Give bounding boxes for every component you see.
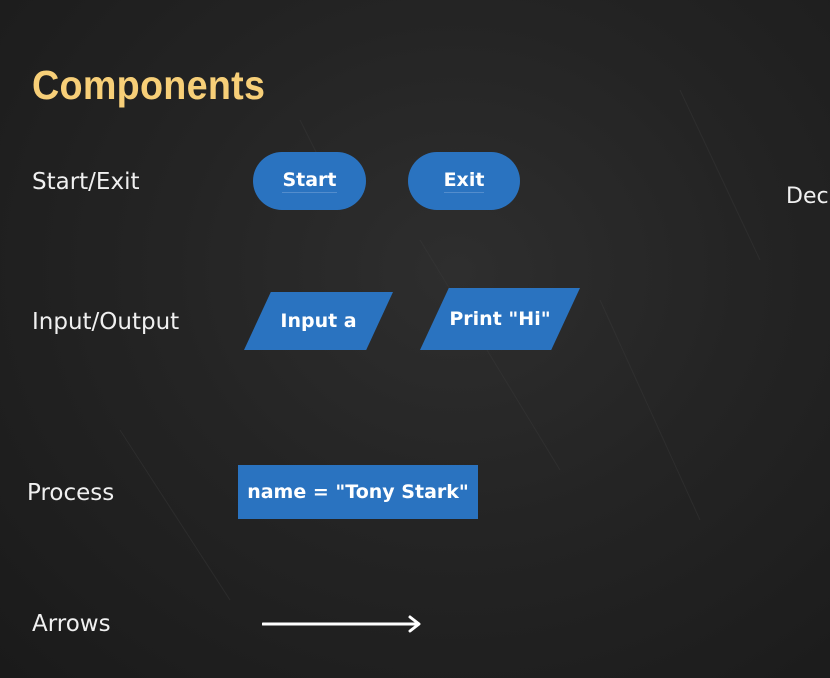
start-terminal-shape: Start xyxy=(253,152,366,210)
decision-label-partial: Deci xyxy=(786,184,830,209)
start-terminal-text: Start xyxy=(282,169,337,193)
exit-terminal-text: Exit xyxy=(443,169,485,193)
process-rectangle-text: name = "Tony Stark" xyxy=(247,481,469,503)
arrows-label: Arrows xyxy=(32,611,111,637)
process-rectangle-shape: name = "Tony Stark" xyxy=(238,465,478,519)
page-title: Components xyxy=(32,62,266,108)
input-output-label: Input/Output xyxy=(32,309,180,335)
print-parallelogram-text: Print "Hi" xyxy=(449,308,551,330)
start-exit-label: Start/Exit xyxy=(32,169,140,195)
input-parallelogram-shape: Input a xyxy=(244,292,393,350)
arrow-right-icon xyxy=(262,615,421,633)
process-label: Process xyxy=(27,480,115,506)
input-parallelogram-text: Input a xyxy=(280,310,357,332)
exit-terminal-shape: Exit xyxy=(408,152,520,210)
print-parallelogram-shape: Print "Hi" xyxy=(420,288,580,350)
